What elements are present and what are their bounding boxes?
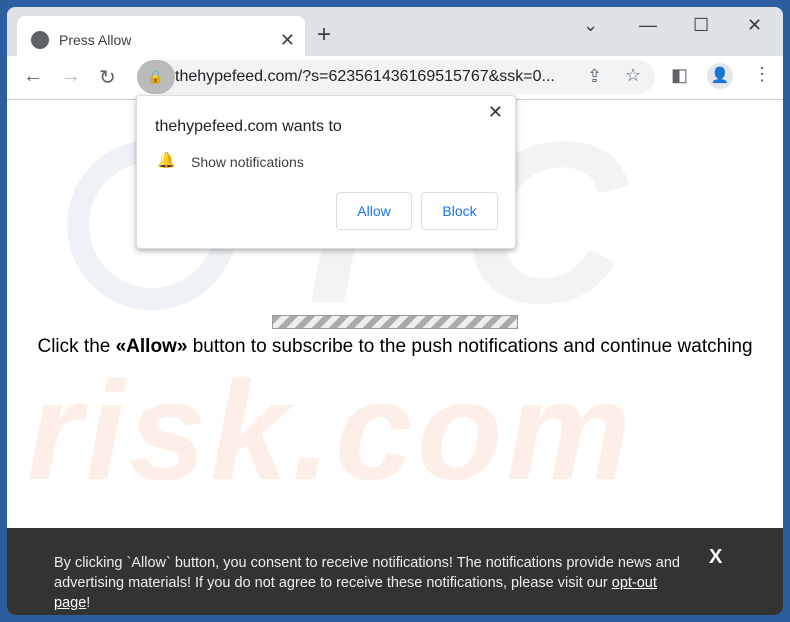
watermark-text: risk.com [27, 352, 635, 509]
maximize-button[interactable]: ☐ [693, 15, 709, 36]
popup-title: thehypefeed.com wants to [155, 118, 342, 135]
instruction-message: Click the «Allow» button to subscribe to… [37, 336, 753, 357]
reload-icon[interactable]: ↻ [99, 65, 116, 90]
lock-icon[interactable]: 🔒 [137, 60, 175, 94]
url-text[interactable]: thehypefeed.com/?s=623561436169515767&ss… [175, 68, 555, 86]
star-icon[interactable]: ☆ [625, 65, 641, 86]
back-icon[interactable]: ← [23, 65, 43, 88]
globe-icon [31, 31, 49, 49]
tab-search-icon[interactable]: ⌄ [583, 15, 598, 36]
progress-bar [272, 315, 518, 329]
browser-window: Press Allow ✕ + ⌄ — ☐ ✕ ← → ↻ 🔒 thehypef… [7, 7, 783, 615]
address-bar[interactable]: 🔒 thehypefeed.com/?s=623561436169515767&… [137, 60, 655, 94]
minimize-button[interactable]: — [639, 15, 657, 36]
profile-icon[interactable]: 👤 [707, 63, 733, 89]
new-tab-button[interactable]: + [317, 21, 331, 49]
banner-close-icon[interactable]: X [709, 546, 722, 569]
consent-banner: By clicking `Allow` button, you consent … [7, 528, 783, 615]
forward-icon[interactable]: → [61, 65, 81, 88]
menu-icon[interactable]: ⋮ [753, 64, 771, 85]
notification-permission-popup: thehypefeed.com wants to ✕ 🔔 Show notifi… [136, 95, 516, 249]
popup-request: Show notifications [191, 154, 304, 170]
block-button[interactable]: Block [421, 192, 498, 230]
close-tab-icon[interactable]: ✕ [280, 30, 295, 51]
side-panel-icon[interactable]: ◧ [671, 65, 688, 86]
bell-icon: 🔔 [157, 152, 176, 169]
consent-text: By clicking `Allow` button, you consent … [54, 555, 680, 611]
popup-close-icon[interactable]: ✕ [488, 102, 503, 123]
allow-button[interactable]: Allow [336, 192, 412, 230]
close-window-button[interactable]: ✕ [747, 15, 762, 36]
share-icon[interactable]: ⇪ [587, 66, 602, 87]
tab-title: Press Allow [59, 32, 132, 48]
